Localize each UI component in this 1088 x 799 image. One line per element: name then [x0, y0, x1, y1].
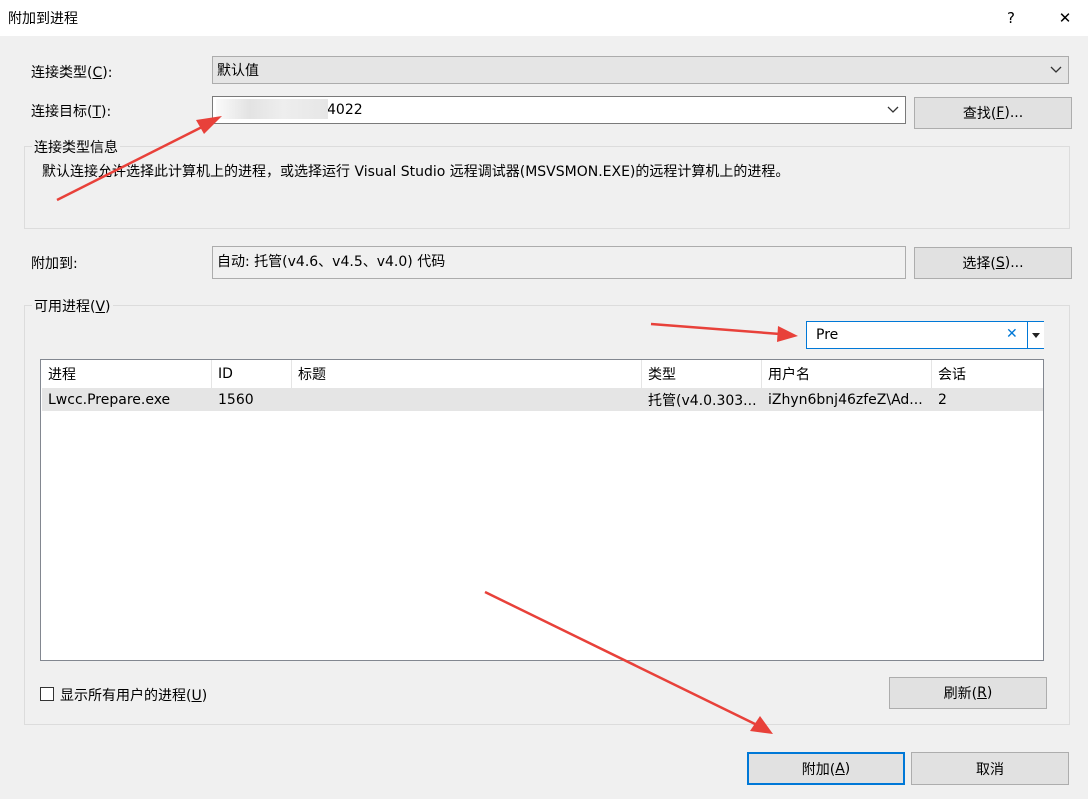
chevron-down-icon: [1050, 66, 1062, 73]
connection-type-value: 默认值: [217, 63, 259, 79]
process-list[interactable]: 进程 ID 标题 类型 用户名 会话 Lwcc.Prepare.exe 1560…: [40, 359, 1044, 661]
connection-type-select[interactable]: 默认值: [212, 56, 1069, 84]
connection-info-title: 连接类型信息: [32, 137, 120, 157]
chevron-down-icon: [1032, 333, 1040, 338]
cell-title: [292, 388, 642, 411]
column-header-session[interactable]: 会话: [932, 360, 1042, 388]
column-header-process[interactable]: 进程: [42, 360, 212, 388]
clear-icon[interactable]: ✕: [1006, 326, 1018, 342]
select-code-type-button[interactable]: 选择(S)...: [914, 247, 1072, 279]
refresh-button[interactable]: 刷新(R): [889, 677, 1047, 709]
cell-type: 托管(v4.0.303...: [648, 392, 757, 409]
help-icon: ?: [1007, 9, 1015, 27]
cell-id: 1560: [218, 391, 254, 408]
chevron-down-icon: [887, 106, 899, 113]
cell-process: Lwcc.Prepare.exe: [48, 391, 171, 408]
process-filter-input[interactable]: Pre: [816, 327, 838, 343]
find-button[interactable]: 查找(F)...: [914, 97, 1072, 129]
show-all-users-checkbox[interactable]: [40, 687, 54, 701]
title-bar: [0, 0, 1088, 36]
connection-type-label: 连接类型(C):: [31, 65, 113, 81]
redacted-region: [216, 99, 328, 119]
window-title: 附加到进程: [8, 11, 78, 27]
attach-button[interactable]: 附加(A): [747, 752, 905, 785]
help-button[interactable]: ?: [988, 0, 1034, 36]
cell-user: iZhyn6bnj46zfeZ\Ad...: [768, 391, 923, 408]
process-filter-box[interactable]: Pre ✕: [806, 321, 1044, 349]
attach-to-value: 自动: 托管(v4.6、v4.5、v4.0) 代码: [212, 246, 906, 279]
column-header-id[interactable]: ID: [212, 360, 292, 388]
cell-session: 2: [938, 391, 947, 408]
close-button[interactable]: ✕: [1042, 0, 1088, 36]
column-header-user[interactable]: 用户名: [762, 360, 932, 388]
available-processes-title: 可用进程(V): [32, 296, 113, 316]
connection-info-text: 默认连接允许选择此计算机上的进程，或选择运行 Visual Studio 远程调…: [42, 164, 790, 180]
connection-info-group: [24, 146, 1070, 229]
column-header-type[interactable]: 类型: [642, 360, 762, 388]
connection-target-label: 连接目标(T):: [31, 104, 112, 120]
attach-to-label: 附加到:: [31, 256, 78, 272]
column-header-title[interactable]: 标题: [292, 360, 642, 388]
filter-dropdown-button[interactable]: [1027, 322, 1044, 348]
close-icon: ✕: [1058, 9, 1072, 27]
show-all-users-label[interactable]: 显示所有用户的进程(U): [60, 685, 207, 705]
cancel-button[interactable]: 取消: [911, 752, 1069, 785]
